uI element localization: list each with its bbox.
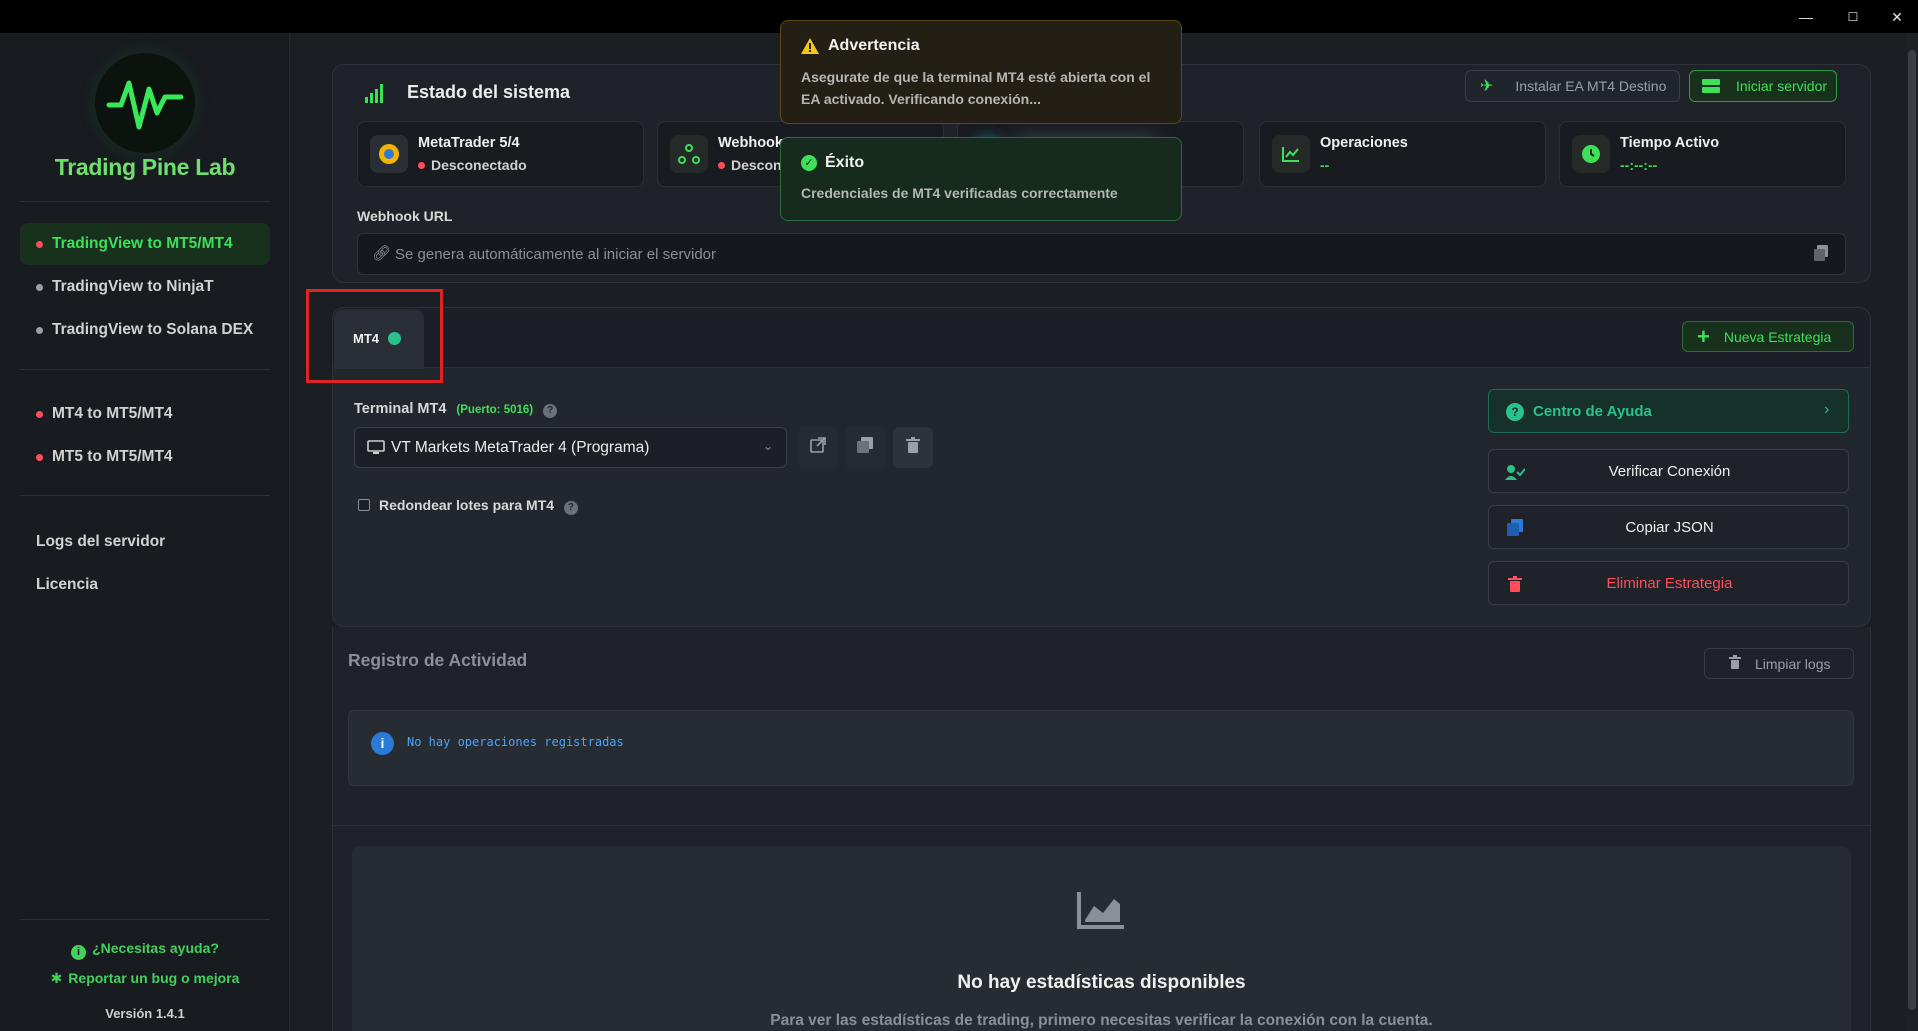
version-label: Versión 1.4.1 — [105, 1006, 185, 1021]
metatrader-icon — [370, 135, 408, 173]
nav-mt5-to-mt5[interactable]: MT5 to MT5/MT4 — [20, 436, 270, 478]
sidebar: Trading Pine Lab TradingView to MT5/MT4 … — [0, 33, 290, 1031]
status-dot — [36, 411, 43, 418]
report-bug-link[interactable]: ✱ Reportar un bug o mejora — [0, 970, 290, 987]
warning-icon — [801, 38, 819, 54]
status-dot — [36, 327, 43, 334]
plane-landing-icon: ✈ — [1480, 78, 1494, 95]
info-icon: i — [371, 732, 394, 755]
copy-icon — [857, 437, 873, 458]
divider — [20, 369, 270, 370]
nav-server-logs[interactable]: Logs del servidor — [36, 533, 165, 551]
webhook-icon — [670, 135, 708, 173]
logo — [95, 53, 195, 153]
copy-json-button[interactable]: Copiar JSON — [1488, 505, 1849, 549]
verify-connection-button[interactable]: Verificar Conexión — [1488, 449, 1849, 493]
install-ea-button[interactable]: ✈ Instalar EA MT4 Destino — [1465, 70, 1680, 102]
minimize-icon[interactable]: — — [1794, 6, 1818, 28]
nav-tradingview-solana[interactable]: TradingView to Solana DEX — [20, 309, 270, 351]
clock-icon — [1572, 135, 1610, 173]
nav-license[interactable]: Licencia — [36, 576, 98, 594]
clear-logs-button[interactable]: Limpiar logs — [1704, 648, 1854, 679]
monitor-icon — [367, 440, 385, 454]
external-link-icon — [810, 437, 826, 458]
nav-mt4-to-mt5[interactable]: MT4 to MT5/MT4 — [20, 393, 270, 435]
link-icon: 🔗︎ — [372, 245, 392, 262]
question-circle-icon: ? — [543, 404, 558, 418]
signal-bars-icon — [365, 83, 387, 103]
activity-log-list: i No hay operaciones registradas — [348, 710, 1854, 786]
terminal-label: Terminal MT4 (Puerto: 5016) ? — [354, 401, 558, 418]
delete-terminal-button[interactable] — [893, 427, 933, 468]
trash-icon — [906, 437, 920, 458]
question-circle-icon: ? — [563, 501, 578, 515]
server-icon — [1702, 78, 1720, 94]
plus-icon: + — [1697, 323, 1710, 349]
close-icon[interactable]: ✕ — [1885, 6, 1909, 28]
stats-empty-title: No hay estadísticas disponibles — [957, 972, 1246, 993]
status-dot — [36, 241, 43, 248]
chevron-right-icon: › — [1824, 401, 1830, 418]
info-icon: i — [71, 945, 87, 960]
round-lots-label: Redondear lotes para MT4 ? — [379, 497, 578, 515]
warning-toast[interactable]: Advertencia Asegurate de que la terminal… — [780, 20, 1182, 124]
divider — [20, 201, 270, 202]
round-lots-checkbox[interactable] — [358, 499, 370, 511]
stat-operations: Operaciones -- — [1259, 121, 1546, 187]
chevron-down-icon: ⌄ — [763, 439, 774, 453]
webhook-url-input[interactable]: 🔗︎ Se genera automáticamente al iniciar … — [357, 233, 1846, 275]
bug-icon: ✱ — [50, 970, 63, 986]
brand-name: Trading Pine Lab — [54, 154, 236, 180]
chart-area-icon — [1076, 890, 1126, 930]
check-circle-icon: ✓ — [801, 155, 817, 171]
trash-icon — [1729, 655, 1741, 672]
help-center-button[interactable]: ? Centro de Ayuda › — [1488, 389, 1849, 433]
divider — [20, 495, 270, 496]
duplicate-button[interactable] — [845, 427, 885, 468]
nav-tradingview-mt5[interactable]: TradingView to MT5/MT4 — [20, 223, 270, 265]
activity-title: Registro de Actividad — [348, 650, 528, 670]
success-toast[interactable]: ✓ Éxito Credenciales de MT4 verificadas … — [780, 137, 1182, 221]
delete-strategy-button[interactable]: Eliminar Estrategia — [1488, 561, 1849, 605]
stats-empty-subtitle: Para ver las estadísticas de trading, pr… — [770, 1012, 1433, 1029]
start-server-button[interactable]: Iniciar servidor — [1689, 70, 1837, 102]
status-dot — [418, 162, 425, 169]
webhook-url-label: Webhook URL — [357, 208, 453, 224]
stats-empty-panel — [352, 846, 1851, 1031]
chart-line-icon — [1272, 135, 1310, 173]
copy-icon[interactable] — [1814, 245, 1828, 261]
open-terminal-button[interactable] — [798, 427, 838, 468]
stat-metatrader: MetaTrader 5/4 Desconectado — [357, 121, 644, 187]
divider — [20, 919, 270, 920]
scrollbar-thumb[interactable] — [1908, 50, 1916, 1010]
status-dot — [36, 454, 43, 461]
status-dot — [718, 162, 725, 169]
question-circle-icon: ? — [1505, 402, 1525, 422]
stat-uptime: Tiempo Activo --:--:-- — [1559, 121, 1846, 187]
maximize-icon[interactable]: ☐ — [1841, 6, 1865, 28]
status-dot — [36, 284, 43, 291]
nav-tradingview-ninja[interactable]: TradingView to NinjaT — [20, 266, 270, 308]
pulse-wave-icon — [106, 80, 184, 130]
tab-bar — [333, 308, 1870, 368]
new-strategy-button[interactable]: + Nueva Estrategia — [1682, 321, 1854, 352]
system-status-title: Estado del sistema — [407, 82, 571, 102]
terminal-select[interactable]: VT Markets MetaTrader 4 (Programa) ⌄ — [354, 427, 787, 468]
help-link[interactable]: i ¿Necesitas ayuda? — [0, 940, 290, 960]
highlight-box — [306, 289, 443, 383]
